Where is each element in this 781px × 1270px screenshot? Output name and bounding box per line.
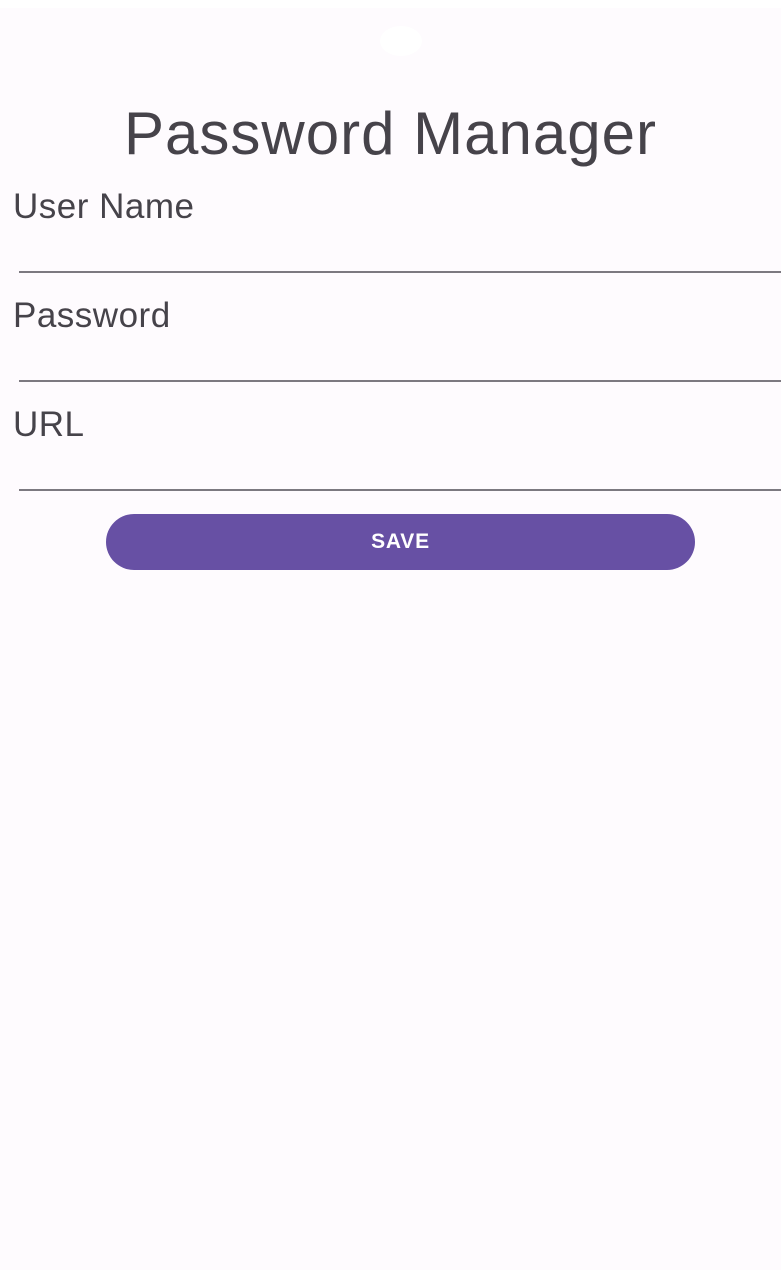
app-screen: Password Manager User Name Password URL … — [0, 0, 781, 1270]
page-title: Password Manager — [124, 100, 657, 167]
url-field: URL — [0, 405, 781, 514]
user-name-label: User Name — [13, 187, 195, 226]
user-name-input[interactable] — [19, 231, 781, 273]
password-label: Password — [13, 296, 171, 335]
password-input[interactable] — [19, 340, 781, 382]
camera-cutout — [380, 26, 422, 56]
save-button[interactable]: SAVE — [106, 514, 695, 570]
user-name-field: User Name — [0, 187, 781, 296]
url-input[interactable] — [19, 449, 781, 491]
password-field: Password — [0, 296, 781, 405]
url-label: URL — [13, 405, 85, 444]
